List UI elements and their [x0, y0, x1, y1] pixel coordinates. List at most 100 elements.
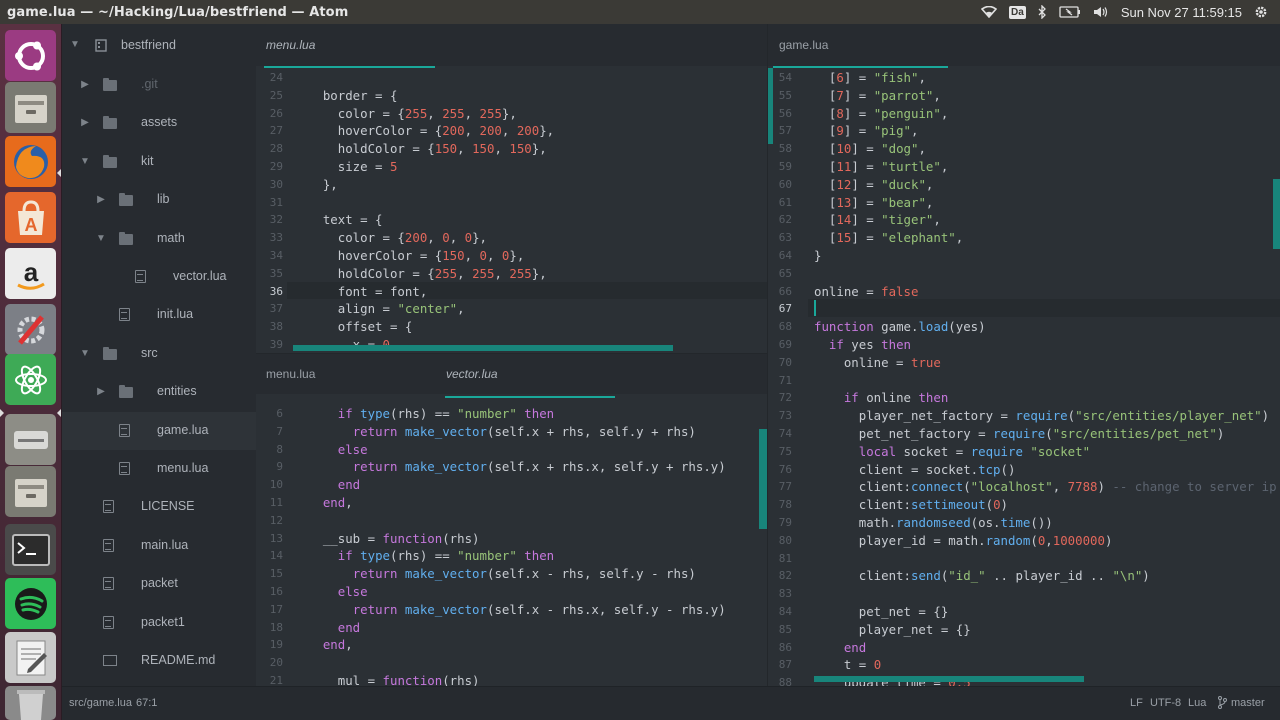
drive-icon[interactable] [5, 414, 56, 465]
chevron-down-icon[interactable]: ▼ [80, 156, 90, 167]
code-line[interactable]: size = 5 [293, 159, 398, 174]
vertical-scrollbar[interactable] [1273, 179, 1280, 249]
code-line[interactable]: else [293, 442, 368, 457]
clock[interactable]: Sun Nov 27 11:59:15 [1121, 5, 1242, 20]
software-center-icon[interactable]: A [5, 192, 56, 243]
horizontal-scrollbar[interactable] [814, 676, 1084, 682]
code-line[interactable]: __mul = function(rhs) [293, 673, 480, 686]
chevron-down-icon[interactable]: ▼ [80, 348, 90, 359]
trash-icon[interactable] [5, 686, 56, 720]
tree-item-readme-md[interactable]: README.md [62, 642, 256, 680]
tree-item-lib[interactable]: ▶ lib [62, 181, 256, 219]
code-line[interactable]: pet_net_factory = require("src/entities/… [814, 426, 1225, 441]
code-line[interactable]: player_net = {} [814, 622, 971, 637]
settings-gear-icon[interactable] [1254, 5, 1268, 19]
code-line[interactable]: math.randomseed(os.time()) [814, 515, 1053, 530]
code-line[interactable]: __sub = function(rhs) [293, 531, 480, 546]
tree-item-packet[interactable]: packet [62, 565, 256, 603]
chevron-right-icon[interactable]: ▶ [96, 387, 106, 397]
code-line[interactable]: if yes then [814, 337, 911, 352]
code-editor[interactable]: 24 25 border = {26 color = {255, 255, 255… [256, 68, 767, 353]
tree-item-math[interactable]: ▼ math [62, 220, 256, 258]
horizontal-scrollbar[interactable] [293, 345, 673, 351]
tree-item-license[interactable]: LICENSE [62, 488, 256, 526]
wifi-icon[interactable] [981, 6, 998, 18]
code-line[interactable]: [11] = "turtle", [814, 159, 948, 174]
files-icon[interactable] [5, 82, 56, 133]
tree-item-main-lua[interactable]: main.lua [62, 527, 256, 565]
code-line[interactable]: return make_vector(self.x - rhs, self.y … [293, 566, 696, 581]
code-line[interactable]: text = { [293, 212, 383, 227]
code-editor[interactable]: 54 [6] = "fish", 55 [7] = "parrot", 56 [8]… [768, 68, 1280, 686]
chevron-right-icon[interactable]: ▶ [80, 118, 90, 128]
amazon-icon[interactable]: a [5, 248, 56, 299]
status-grammar[interactable]: Lua [1188, 697, 1206, 709]
code-line[interactable]: font = font, [293, 284, 428, 299]
code-line[interactable]: return make_vector(self.x - rhs.x, self.… [293, 602, 726, 617]
tree-item-src[interactable]: ▼ src [62, 335, 256, 373]
code-line[interactable]: end [814, 640, 866, 655]
tab-menu-lua[interactable]: menu.lua [266, 24, 315, 66]
code-line[interactable]: [6] = "fish", [814, 70, 926, 85]
tree-item-vector-lua[interactable]: vector.lua [62, 258, 256, 296]
tab-menu-lua[interactable]: menu.lua [266, 354, 315, 394]
ubuntu-dash-icon[interactable] [5, 30, 56, 81]
status-git-branch[interactable]: master [1231, 697, 1265, 709]
code-line[interactable]: online = false [814, 284, 918, 299]
tree-item-git[interactable]: ▶ .git [62, 66, 256, 104]
editor-pane-bottom-left[interactable]: menu.lua vector.lua 6 if type(rhs) == "n… [256, 353, 767, 686]
code-line[interactable]: client:send("id_" .. player_id .. "\n") [814, 568, 1150, 583]
code-line[interactable]: offset = { [293, 319, 413, 334]
code-line[interactable]: return make_vector(self.x + rhs, self.y … [293, 424, 696, 439]
code-line[interactable]: pet_net = {} [814, 604, 949, 619]
code-line[interactable]: client = socket.tcp() [814, 462, 1016, 477]
volume-icon[interactable] [1093, 6, 1109, 18]
code-line[interactable]: else [293, 584, 368, 599]
code-line[interactable]: if type(rhs) == "number" then [293, 406, 554, 421]
code-line[interactable]: hoverColor = {150, 0, 0}, [293, 248, 525, 263]
code-line[interactable]: if type(rhs) == "number" then [293, 548, 554, 563]
bluetooth-icon[interactable] [1038, 5, 1047, 19]
code-line[interactable]: hoverColor = {200, 200, 200}, [293, 123, 554, 138]
chevron-down-icon[interactable]: ▼ [96, 233, 106, 244]
chevron-right-icon[interactable]: ▶ [96, 195, 106, 205]
code-line[interactable]: color = {200, 0, 0}, [293, 230, 487, 245]
status-encoding[interactable]: UTF-8 [1150, 697, 1181, 709]
terminal-icon[interactable] [5, 524, 56, 575]
code-editor[interactable]: 6 if type(rhs) == "number" then 7 return … [256, 398, 767, 686]
code-line[interactable]: function game.load(yes) [814, 319, 986, 334]
editor-pane-right[interactable]: game.lua 54 [6] = "fish", 55 [7] = "parro… [767, 24, 1280, 686]
tree-item-kit[interactable]: ▼ kit [62, 143, 256, 181]
text-editor-icon[interactable] [5, 632, 56, 683]
code-line[interactable]: local socket = require "socket" [814, 444, 1090, 459]
tree-item-menu-lua[interactable]: menu.lua [62, 450, 256, 488]
status-file-path[interactable]: src/game.lua [69, 697, 132, 709]
code-line[interactable]: client:settimeout(0) [814, 497, 1008, 512]
code-line[interactable]: border = { [293, 88, 398, 103]
code-line[interactable]: end, [293, 637, 353, 652]
code-line[interactable]: [7] = "parrot", [814, 88, 941, 103]
tree-item-init-lua[interactable]: init.lua [62, 296, 256, 334]
code-line[interactable]: [9] = "pig", [814, 123, 919, 138]
files2-icon[interactable] [5, 466, 56, 517]
code-line[interactable]: [14] = "tiger", [814, 212, 941, 227]
keyboard-layout[interactable]: Da [1009, 5, 1026, 19]
code-line[interactable]: client:connect("localhost", 7788) -- cha… [814, 479, 1277, 494]
status-line-ending[interactable]: LF [1130, 697, 1143, 709]
tree-item-assets[interactable]: ▶ assets [62, 104, 256, 142]
code-line[interactable]: holdColor = {255, 255, 255}, [293, 266, 547, 281]
tab-vector-lua[interactable]: vector.lua [446, 354, 498, 394]
code-line[interactable]: } [814, 248, 821, 263]
tree-item-entities[interactable]: ▶ entities [62, 373, 256, 411]
firefox-icon[interactable] [5, 136, 56, 187]
code-line[interactable]: end [293, 477, 360, 492]
spotify-icon[interactable] [5, 578, 56, 629]
code-line[interactable]: end, [293, 495, 353, 510]
tree-item-packet1[interactable]: packet1 [62, 604, 256, 642]
code-line[interactable]: [10] = "dog", [814, 141, 926, 156]
code-line[interactable]: t = 0 [814, 657, 881, 672]
code-line[interactable]: player_net_factory = require("src/entiti… [814, 408, 1269, 423]
code-line[interactable]: player_id = math.random(0,1000000) [814, 533, 1113, 548]
code-line[interactable]: }, [293, 177, 338, 192]
chevron-right-icon[interactable]: ▶ [80, 80, 90, 90]
